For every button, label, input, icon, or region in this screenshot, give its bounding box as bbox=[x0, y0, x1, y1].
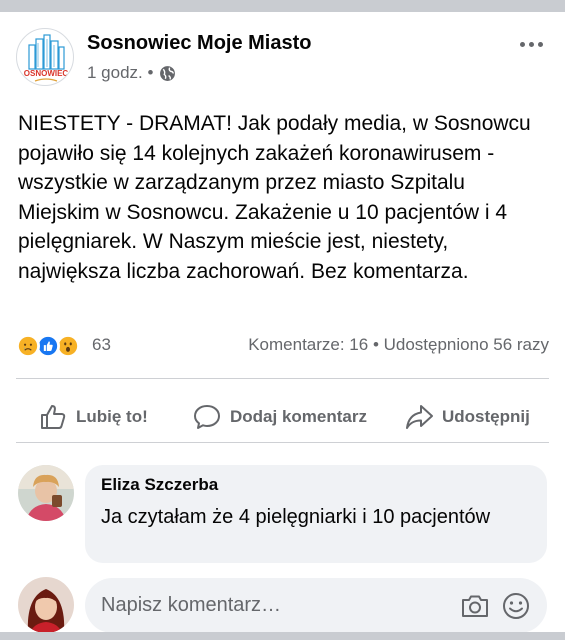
page-name[interactable]: Sosnowiec Moje Miasto bbox=[87, 32, 311, 55]
emoji-icon[interactable] bbox=[501, 591, 531, 621]
post-time[interactable]: 1 godz. • bbox=[87, 63, 153, 83]
like-label: Lubię to! bbox=[76, 407, 148, 426]
reactions-row: 63 Komentarze: 16 • Udostępniono 56 razy bbox=[16, 333, 549, 359]
camera-icon[interactable] bbox=[460, 591, 490, 621]
comment-input[interactable] bbox=[85, 578, 445, 633]
dot-icon bbox=[528, 41, 534, 47]
divider bbox=[16, 378, 549, 379]
thumbs-up-icon bbox=[41, 405, 66, 429]
share-arrow-icon bbox=[406, 405, 433, 429]
post-header: OSNOWIEC Sosnowiec Moje Miasto 1 godz. • bbox=[16, 28, 549, 88]
comment-button[interactable]: Dodaj komentarz bbox=[192, 392, 367, 442]
city-logo-icon: OSNOWIEC bbox=[24, 34, 69, 82]
post-text: NIESTETY - DRAMAT! Jak podały media, w S… bbox=[18, 112, 531, 283]
dot-icon bbox=[537, 41, 543, 47]
post-card: OSNOWIEC Sosnowiec Moje Miasto 1 godz. •… bbox=[0, 12, 565, 633]
comment-share-stats[interactable]: Komentarze: 16 • Udostępniono 56 razy bbox=[248, 335, 549, 355]
page-avatar[interactable]: OSNOWIEC bbox=[16, 28, 74, 86]
comment-bubble: Eliza Szczerba Ja czytałam że 4 pielęgni… bbox=[85, 465, 547, 563]
action-bar: Lubię to! Dodaj komentarz Udostępnij bbox=[16, 392, 549, 442]
share-label: Udostępnij bbox=[442, 407, 530, 426]
reaction-count[interactable]: 63 bbox=[92, 335, 111, 355]
my-avatar bbox=[18, 577, 74, 633]
like-button[interactable]: Lubię to! bbox=[38, 392, 148, 442]
commenter-avatar[interactable] bbox=[18, 465, 74, 521]
reaction-icons[interactable] bbox=[16, 333, 80, 359]
post-meta: 1 godz. • bbox=[87, 62, 176, 84]
comment-compose bbox=[85, 578, 547, 633]
sad-icon bbox=[16, 334, 40, 358]
svg-text:OSNOWIEC: OSNOWIEC bbox=[24, 69, 69, 78]
user-photo-icon bbox=[18, 465, 74, 521]
bottom-separator bbox=[0, 632, 565, 640]
comment-text: Ja czytałam że 4 pielęgniarki i 10 pacje… bbox=[101, 506, 491, 528]
comment-bubble-icon bbox=[194, 405, 220, 429]
user-photo-icon bbox=[18, 577, 74, 633]
divider bbox=[16, 442, 549, 443]
comment-label: Dodaj komentarz bbox=[230, 407, 367, 426]
share-button[interactable]: Udostępnij bbox=[404, 392, 530, 442]
more-options-button[interactable] bbox=[513, 32, 549, 56]
globe-icon bbox=[160, 65, 176, 81]
dot-icon bbox=[519, 41, 525, 47]
comment-author[interactable]: Eliza Szczerba bbox=[101, 475, 218, 495]
